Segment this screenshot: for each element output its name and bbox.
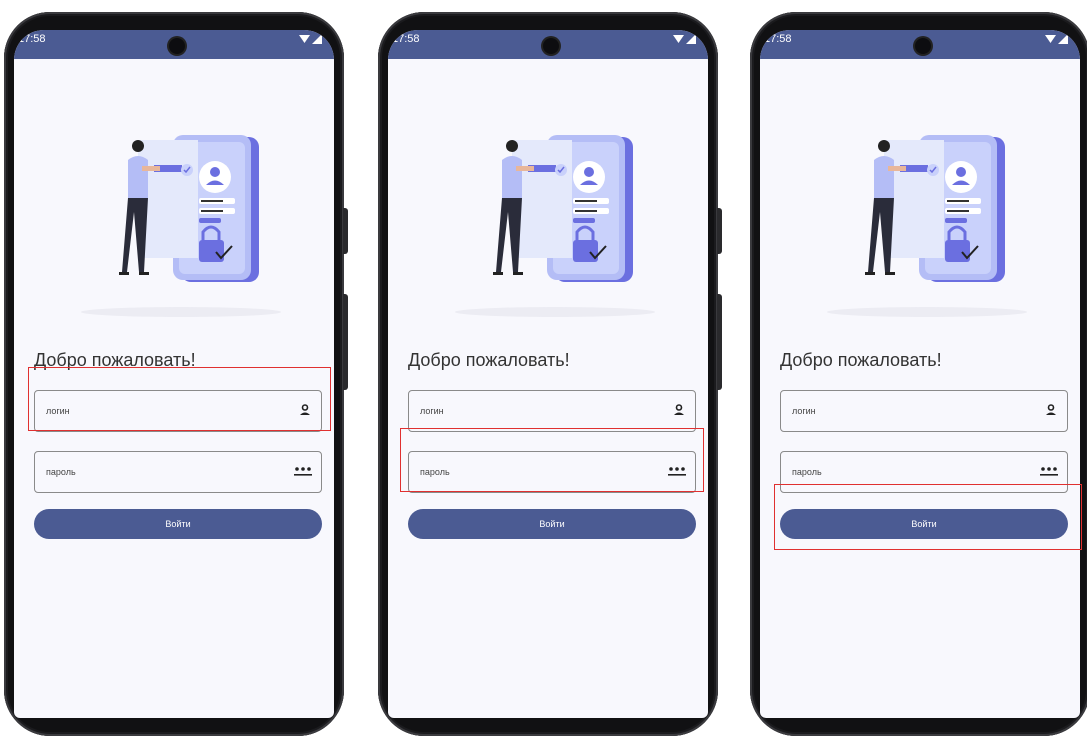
phone-frame-3: 17:58 Добро пожаловать! логин Войти [750, 12, 1087, 736]
password-field[interactable] [780, 451, 1068, 493]
login-illustration [81, 135, 281, 317]
signal-icon [312, 34, 322, 44]
power-button [343, 294, 348, 390]
login-input[interactable] [35, 391, 286, 431]
phone-frame-2: 17:58 Добро пожаловать! логин Войти [378, 12, 722, 736]
password-dots-icon [668, 467, 686, 476]
welcome-title: Добро пожаловать! [34, 350, 196, 370]
person-icon [300, 404, 310, 415]
wifi-icon [299, 35, 310, 43]
status-time: 17:58 [392, 33, 420, 45]
login-button[interactable]: Войти [408, 509, 696, 539]
camera-cutout [169, 38, 185, 54]
login-illustration [827, 135, 1027, 317]
volume-button [717, 208, 722, 254]
password-input[interactable] [781, 452, 1032, 492]
login-field[interactable] [34, 390, 322, 432]
password-dots-icon [294, 467, 312, 476]
camera-cutout [543, 38, 559, 54]
login-input[interactable] [409, 391, 660, 431]
person-icon [1046, 404, 1056, 415]
signal-icon [686, 34, 696, 44]
camera-cutout [915, 38, 931, 54]
login-button[interactable]: Войти [34, 509, 322, 539]
login-field[interactable] [780, 390, 1068, 432]
welcome-title: Добро пожаловать! [780, 350, 942, 370]
status-time: 17:58 [764, 33, 792, 45]
password-field[interactable] [408, 451, 696, 493]
wifi-icon [673, 35, 684, 43]
person-icon [674, 404, 684, 415]
login-input[interactable] [781, 391, 1032, 431]
volume-button [343, 208, 348, 254]
login-illustration [455, 135, 655, 317]
welcome-title: Добро пожаловать! [408, 350, 570, 370]
wifi-icon [1045, 35, 1056, 43]
login-screen: 17:58 Добро пожаловать! логин Войти [760, 30, 1080, 718]
signal-icon [1058, 34, 1068, 44]
login-screen: 17:58 Добро пожаловать! логин Войти [388, 30, 708, 718]
login-field[interactable] [408, 390, 696, 432]
password-dots-icon [1040, 467, 1058, 476]
password-field[interactable] [34, 451, 322, 493]
login-button[interactable]: Войти [780, 509, 1068, 539]
login-screen: 17:58 Добро пожаловать! логин Войти [14, 30, 334, 718]
password-input[interactable] [409, 452, 660, 492]
phone-frame-1: 17:58 Добро пожаловать! логин Войти [4, 12, 348, 736]
status-time: 17:58 [18, 33, 46, 45]
power-button [717, 294, 722, 390]
password-input[interactable] [35, 452, 286, 492]
